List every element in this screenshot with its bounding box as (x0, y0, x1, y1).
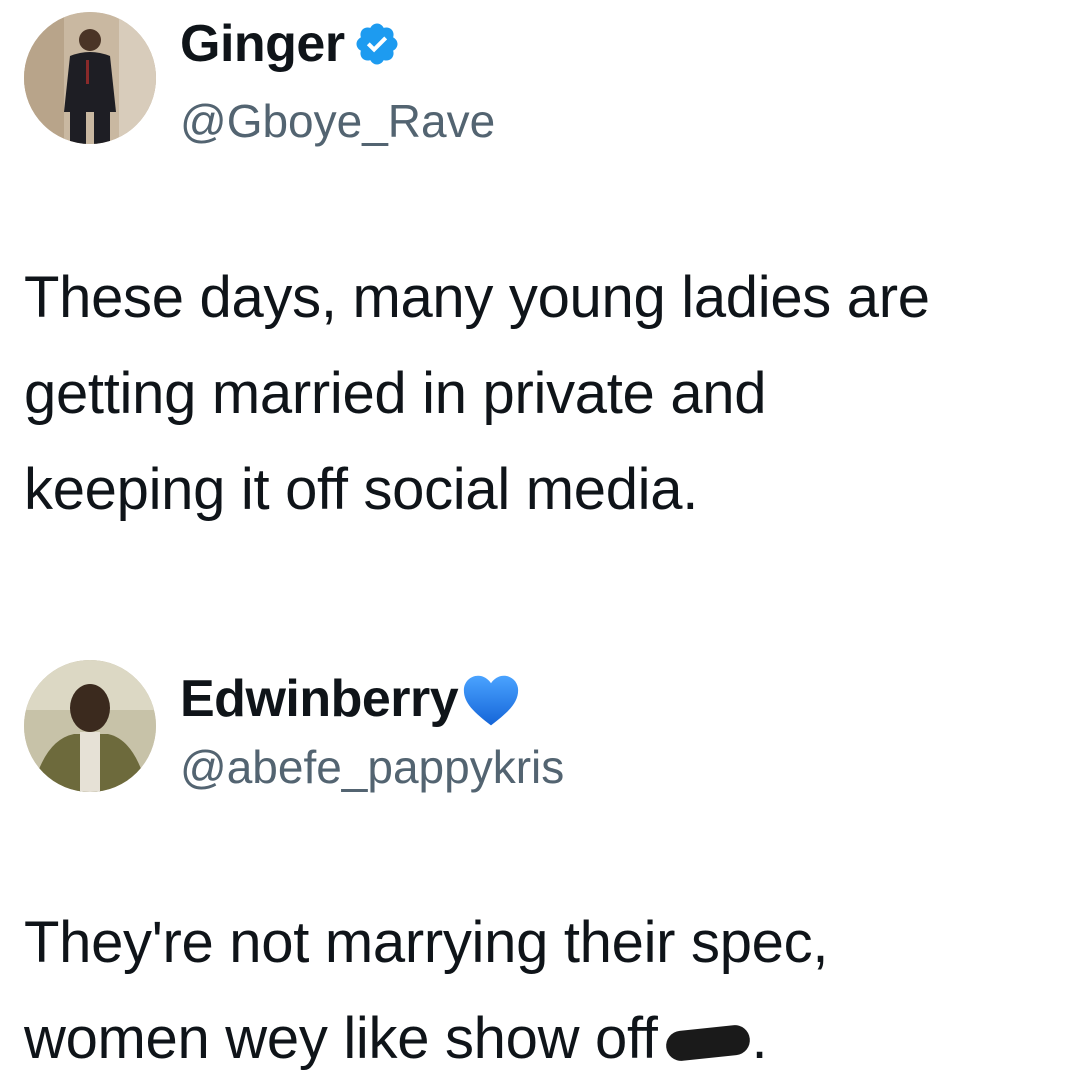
verified-badge-icon (353, 20, 401, 68)
tweet-card: Edwinberry @abefe_pappykris They're not … (0, 640, 1080, 1080)
tweet-text: They're not marrying their spec, women w… (24, 895, 1056, 1087)
blue-heart-icon (460, 670, 522, 728)
avatar[interactable] (24, 12, 156, 144)
tweet-text: These days, many young ladies are gettin… (24, 265, 930, 522)
display-name[interactable]: Ginger (180, 18, 401, 70)
tweet-card: Ginger @Gboye_Rave These days, many youn… (0, 0, 1080, 560)
profile-photo-icon (24, 660, 156, 792)
display-name[interactable]: Edwinberry (180, 670, 522, 728)
censor-scribble (664, 1023, 751, 1062)
tweet-text-part: . (751, 1006, 768, 1071)
avatar[interactable] (24, 660, 156, 792)
profile-photo-icon (24, 12, 156, 144)
user-handle[interactable]: @Gboye_Rave (180, 98, 495, 144)
user-handle[interactable]: @abefe_pappykris (180, 744, 564, 790)
